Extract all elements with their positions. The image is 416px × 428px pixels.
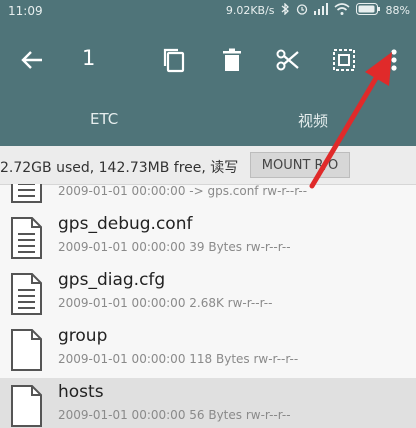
document-icon (8, 184, 44, 204)
status-right: 9.02KB/s 88% (225, 2, 410, 18)
file-meta: 2009-01-01 00:00:00 118 Bytes rw-r--r-- (58, 352, 299, 366)
bluetooth-icon (281, 2, 290, 18)
signal-icon (313, 3, 328, 18)
battery-percent: 88% (385, 4, 410, 17)
tab-bar: ETC 视频 (0, 96, 416, 146)
tab-etc[interactable]: ETC (90, 110, 118, 128)
status-bar: 11:09 9.02KB/s 88% (0, 0, 416, 24)
blank-file-icon (8, 384, 44, 428)
status-time: 11:09 (8, 4, 43, 18)
file-meta: 2009-01-01 00:00:00 39 Bytes rw-r--r-- (58, 240, 291, 254)
document-icon (8, 272, 44, 316)
list-item[interactable]: gps_diag.cfg 2009-01-01 00:00:00 2.68K r… (0, 266, 416, 322)
document-icon (8, 216, 44, 260)
copy-icon[interactable] (156, 42, 192, 78)
blank-file-icon (8, 328, 44, 372)
cut-icon[interactable] (270, 42, 306, 78)
battery-icon (355, 3, 380, 18)
file-name: group (58, 326, 108, 346)
delete-icon[interactable] (214, 42, 250, 78)
file-meta: 2009-01-01 00:00:00 2.68K rw-r--r-- (58, 296, 273, 310)
network-speed: 9.02KB/s (225, 4, 275, 17)
file-name: gps_debug.conf (58, 214, 193, 234)
mount-button[interactable]: MOUNT R/O (250, 152, 350, 178)
list-item-selected[interactable]: hosts 2009-01-01 00:00:00 56 Bytes rw-r-… (0, 378, 416, 428)
list-item[interactable]: 2009-01-01 00:00:00 -> gps.conf rw-r--r-… (0, 184, 416, 210)
storage-info-bar: 2.72GB used, 142.73MB free, 读写 MOUNT R/O (0, 146, 416, 185)
action-toolbar: 1 (0, 24, 416, 96)
file-name: gps_diag.cfg (58, 270, 166, 290)
select-all-icon[interactable] (326, 42, 362, 78)
wifi-icon (334, 3, 350, 18)
list-item[interactable]: gps_debug.conf 2009-01-01 00:00:00 39 By… (0, 210, 416, 266)
list-item[interactable]: group 2009-01-01 00:00:00 118 Bytes rw-r… (0, 322, 416, 378)
alarm-icon (296, 3, 308, 18)
storage-info: 2.72GB used, 142.73MB free, 读写 (0, 160, 239, 176)
file-name: hosts (58, 382, 104, 402)
file-meta: 2009-01-01 00:00:00 56 Bytes rw-r--r-- (58, 408, 291, 422)
tab-video[interactable]: 视频 (298, 110, 328, 131)
selection-count: 1 (82, 46, 96, 70)
file-list: 2009-01-01 00:00:00 -> gps.conf rw-r--r-… (0, 184, 416, 428)
more-vert-icon[interactable] (376, 42, 412, 78)
file-meta: 2009-01-01 00:00:00 -> gps.conf rw-r--r-… (58, 184, 308, 198)
back-arrow-icon[interactable] (14, 42, 50, 78)
